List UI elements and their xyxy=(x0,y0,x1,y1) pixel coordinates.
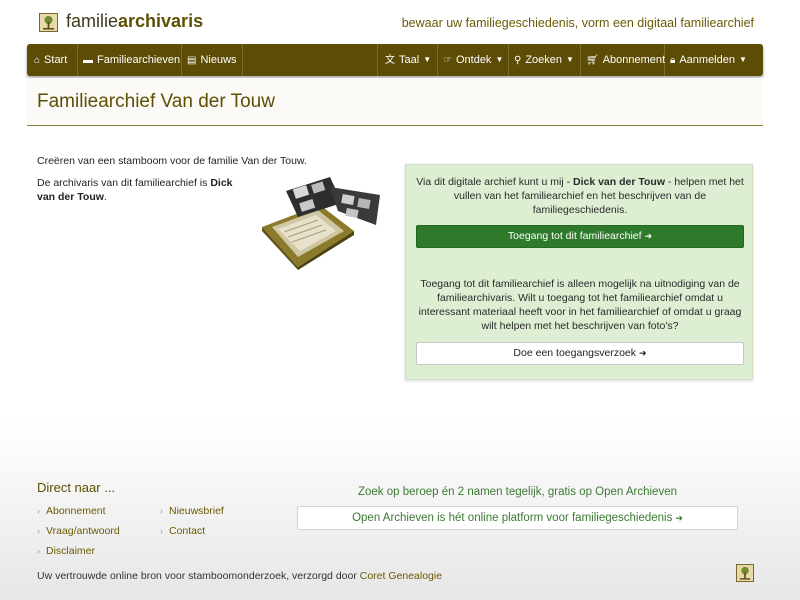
footer-link-vraag[interactable]: › Vraag/antwoord xyxy=(37,525,120,537)
chevron-right-icon: › xyxy=(37,526,40,536)
lock-icon: 🔒︎ xyxy=(670,55,676,66)
nav-familiearchieven[interactable]: ▬ Familiearchieven xyxy=(83,44,180,76)
chevron-right-icon: › xyxy=(160,526,163,536)
chevron-right-icon: › xyxy=(37,506,40,516)
nav-nieuws[interactable]: ▤ Nieuws xyxy=(187,44,237,76)
footer-link-label: Disclaimer xyxy=(46,545,96,557)
nav-zoeken-label: Zoeken xyxy=(525,54,563,66)
main-navigation: ⌂ Start ▬ Familiearchieven ▤ Nieuws 文 Taal ▼ … xyxy=(27,44,763,76)
nav-taal-label: Taal xyxy=(399,54,420,66)
access-archive-label: Toegang tot dit familiearchief xyxy=(507,230,642,242)
page-header: Familiearchief Van der Touw xyxy=(27,78,763,126)
nav-nieuws-label: Nieuws xyxy=(200,54,237,66)
panel-intro-prefix: Via dit digitale archief kunt u mij - xyxy=(416,176,573,188)
archive-box-image xyxy=(258,175,388,270)
open-archieven-promo-link[interactable]: Zoek op beroep én 2 namen tegelijk, grat… xyxy=(297,486,738,498)
footer-title: Direct naar ... xyxy=(37,480,116,495)
nav-abonnement-label: Abonnement xyxy=(602,54,666,66)
language-icon: 文 xyxy=(385,55,395,66)
chevron-down-icon: ▼ xyxy=(566,55,574,64)
archivist-prefix: De archivaris van dit familiearchief is xyxy=(37,177,211,189)
nav-zoeken[interactable]: ⚲ Zoeken ▼ xyxy=(514,44,574,76)
nav-taal[interactable]: 文 Taal ▼ xyxy=(385,44,431,76)
archivist-suffix: . xyxy=(103,191,107,203)
footer-credit: Uw vertrouwde online bron voor stamboomo… xyxy=(37,570,442,582)
nav-start-label: Start xyxy=(44,54,68,66)
footer-logo-icon[interactable] xyxy=(736,564,754,582)
brand-bold: archivaris xyxy=(118,11,204,31)
footer-link-abonnement[interactable]: › Abonnement xyxy=(37,505,106,517)
open-archieven-platform-button[interactable]: Open Archieven is hét online platform vo… xyxy=(297,506,738,530)
page-title: Familiearchief Van der Touw xyxy=(37,91,275,112)
nav-divider xyxy=(664,44,665,76)
access-panel: Via dit digitale archief kunt u mij - Di… xyxy=(405,164,753,380)
access-request-button[interactable]: Doe een toegangsverzoek ➜ xyxy=(416,342,744,365)
nav-divider xyxy=(377,44,378,76)
chevron-down-icon: ▼ xyxy=(495,55,504,64)
chevron-down-icon: ▼ xyxy=(423,55,432,64)
intro-text: Creëren van een stamboom voor de familie… xyxy=(37,155,307,167)
brand-light: familie xyxy=(66,11,119,31)
arrow-circle-right-icon: ➜ xyxy=(639,348,647,358)
nav-divider xyxy=(77,44,78,76)
footer-link-label: Contact xyxy=(169,525,206,537)
chevron-right-icon: › xyxy=(160,506,163,516)
open-archieven-platform-label: Open Archieven is hét online platform vo… xyxy=(352,512,673,524)
nav-familiearchieven-label: Familiearchieven xyxy=(97,54,181,66)
footer-link-contact[interactable]: › Contact xyxy=(160,525,205,537)
nav-aanmelden-label: Aanmelden xyxy=(679,54,735,66)
panel-request-text: Toegang tot dit familiearchief is alleen… xyxy=(418,278,742,332)
chevron-down-icon: ▼ xyxy=(738,55,747,64)
site-logo-icon[interactable] xyxy=(39,13,58,32)
nav-divider xyxy=(508,44,509,76)
top-header: familiearchivaris bewaar uw familiegesch… xyxy=(0,0,800,44)
site-brand[interactable]: familiearchivaris xyxy=(66,11,203,32)
cart-icon: 🛒︎ xyxy=(586,55,599,66)
nav-ontdek[interactable]: ☞ Ontdek ▼ xyxy=(443,44,503,76)
nav-divider xyxy=(437,44,438,76)
search-icon: ⚲ xyxy=(514,55,522,66)
chevron-right-icon: › xyxy=(37,546,40,556)
site-tagline: bewaar uw familiegeschiedenis, vorm een … xyxy=(401,16,754,30)
home-icon: ⌂ xyxy=(34,55,41,66)
access-archive-button[interactable]: Toegang tot dit familiearchief ➜ xyxy=(416,225,744,248)
arrow-circle-right-icon: ➜ xyxy=(644,231,653,241)
panel-archivist-name: Dick van der Touw xyxy=(573,176,665,188)
footer-link-disclaimer[interactable]: › Disclaimer xyxy=(37,545,95,557)
hand-pointer-icon: ☞ xyxy=(443,55,452,66)
nav-aanmelden[interactable]: 🔒︎ Aanmelden ▼ xyxy=(670,44,747,76)
footer-link-nieuwsbrief[interactable]: › Nieuwsbrief xyxy=(160,505,224,517)
footer-link-label: Nieuwsbrief xyxy=(169,505,224,517)
arrow-circle-right-icon: ➜ xyxy=(675,513,683,523)
footer-link-label: Vraag/antwoord xyxy=(46,525,120,537)
archivist-text: De archivaris van dit familiearchief is … xyxy=(37,176,252,204)
nav-divider xyxy=(580,44,581,76)
newspaper-icon: ▤ xyxy=(187,55,197,66)
nav-abonnement[interactable]: 🛒︎ Abonnement xyxy=(586,44,665,76)
coret-genealogie-link[interactable]: Coret Genealogie xyxy=(360,570,442,582)
access-request-label: Doe een toegangsverzoek xyxy=(513,347,637,359)
footer-credit-text: Uw vertrouwde online bron voor stamboomo… xyxy=(37,570,360,582)
nav-divider xyxy=(181,44,182,76)
nav-divider xyxy=(242,44,243,76)
book-icon: ▬ xyxy=(83,55,93,66)
nav-ontdek-label: Ontdek xyxy=(455,54,492,66)
footer-link-label: Abonnement xyxy=(46,505,106,517)
nav-start[interactable]: ⌂ Start xyxy=(34,44,67,76)
panel-intro-text: Via dit digitale archief kunt u mij - Di… xyxy=(416,175,744,217)
